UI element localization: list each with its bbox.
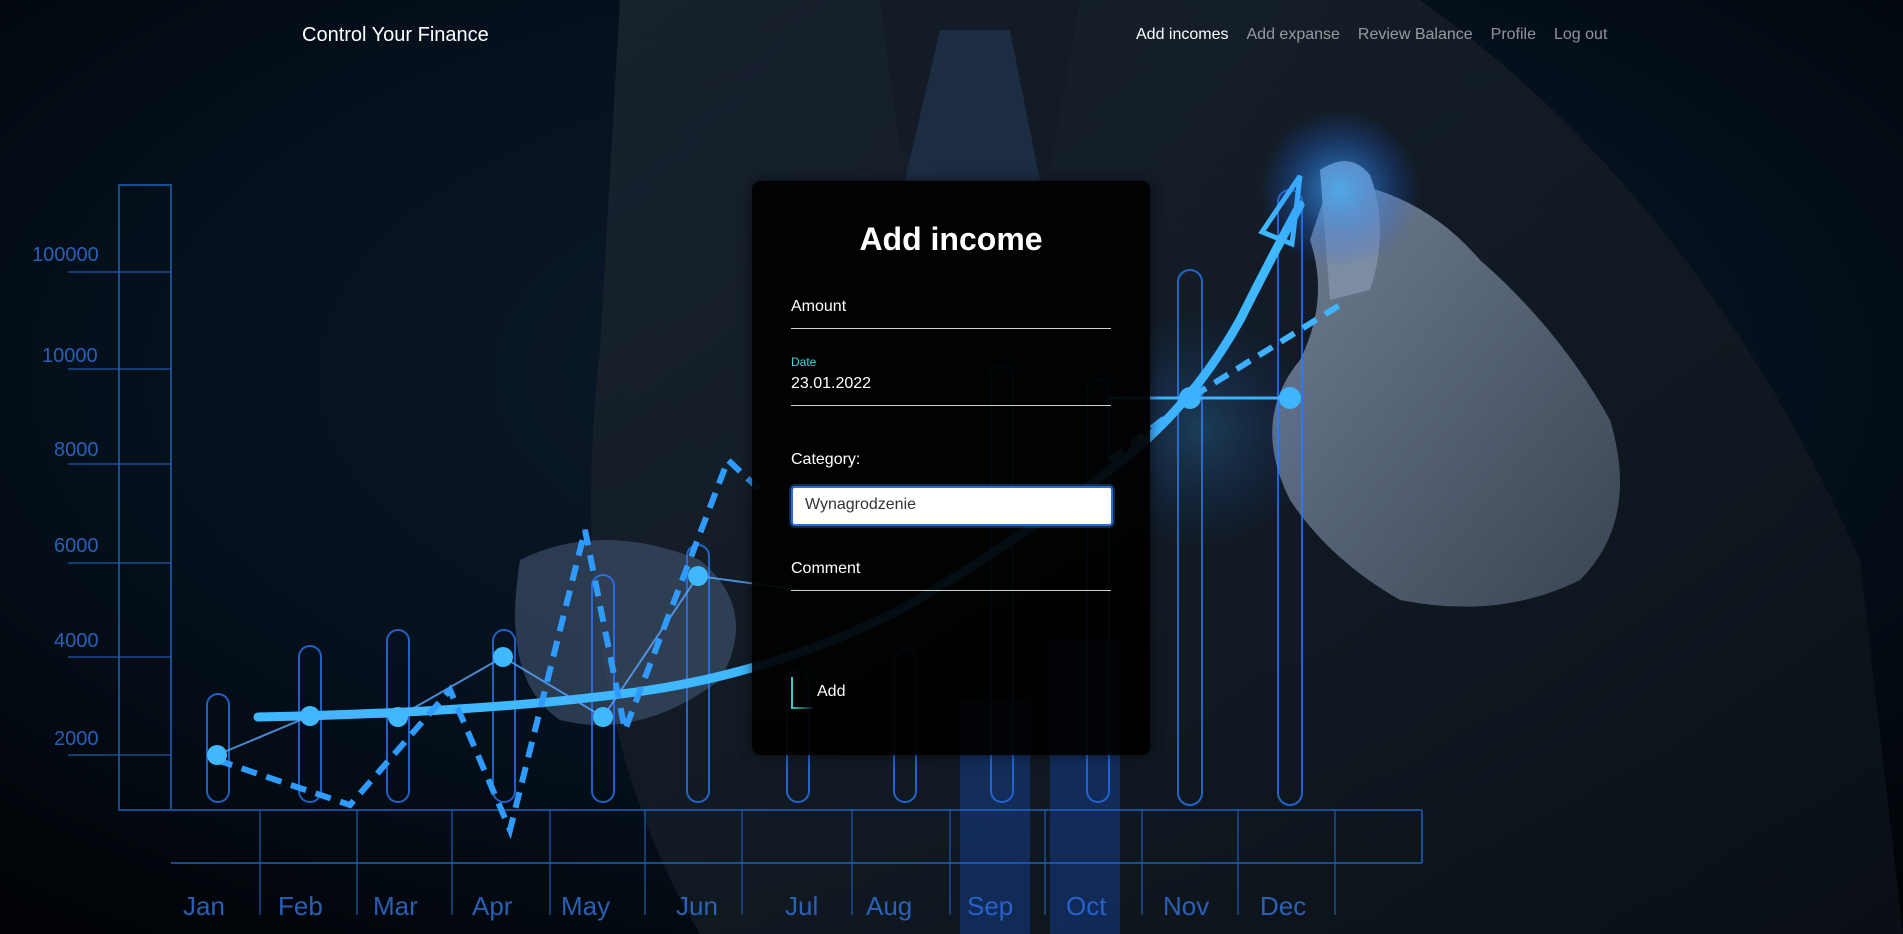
nav-add-expanse[interactable]: Add expanse [1247, 26, 1340, 44]
date-underline [791, 405, 1111, 406]
svg-text:Feb: Feb [278, 891, 323, 921]
svg-text:Aug: Aug [866, 891, 912, 921]
category-selected-value: Wynagrodzenie [805, 496, 917, 513]
category-label-wrap: Category: [791, 451, 1111, 469]
y-tick-label: 4000 [54, 630, 99, 652]
svg-text:Jun: Jun [676, 891, 718, 921]
svg-text:Mar: Mar [373, 891, 418, 921]
button-accent-vertical [791, 677, 793, 709]
comment-field[interactable]: Comment [791, 560, 1111, 591]
date-value: 23.01.2022 [791, 375, 872, 392]
nav-profile[interactable]: Profile [1491, 26, 1536, 44]
amount-label: Amount [791, 298, 847, 315]
category-select[interactable]: Wynagrodzenie [791, 486, 1113, 526]
y-tick-label: 6000 [54, 535, 99, 557]
comment-label: Comment [791, 560, 861, 577]
comment-underline [791, 590, 1111, 591]
svg-text:Nov: Nov [1163, 891, 1209, 921]
date-label: Date [791, 355, 817, 369]
add-income-card: Add income Amount Date 23.01.2022 Catego… [752, 181, 1150, 755]
amount-underline [791, 328, 1111, 329]
form-title: Add income [859, 221, 1043, 257]
nav-log-out[interactable]: Log out [1554, 26, 1607, 44]
amount-field[interactable]: Amount [791, 298, 1111, 329]
svg-text:Dec: Dec [1260, 891, 1306, 921]
brand-link[interactable]: Control Your Finance [302, 24, 489, 47]
nav-review-balance[interactable]: Review Balance [1358, 26, 1473, 44]
svg-text:May: May [561, 891, 610, 921]
svg-text:Jul: Jul [785, 891, 818, 921]
y-tick-label: 8000 [54, 439, 99, 461]
date-field[interactable]: Date 23.01.2022 [791, 355, 1111, 406]
svg-text:Jan: Jan [183, 891, 225, 921]
svg-text:Apr: Apr [472, 891, 513, 921]
add-button[interactable]: Add [791, 677, 871, 711]
top-navbar: Control Your Finance Add incomes Add exp… [0, 0, 1903, 72]
add-button-label: Add [817, 683, 846, 700]
button-accent-horizontal [791, 707, 815, 709]
y-tick-label: 10000 [42, 345, 98, 367]
nav-add-incomes[interactable]: Add incomes [1136, 26, 1229, 44]
nav-links: Add incomes Add expanse Review Balance P… [1136, 26, 1625, 44]
y-tick-label: 100000 [32, 244, 99, 266]
y-tick-label: 2000 [54, 728, 99, 750]
category-label: Category: [791, 451, 861, 468]
